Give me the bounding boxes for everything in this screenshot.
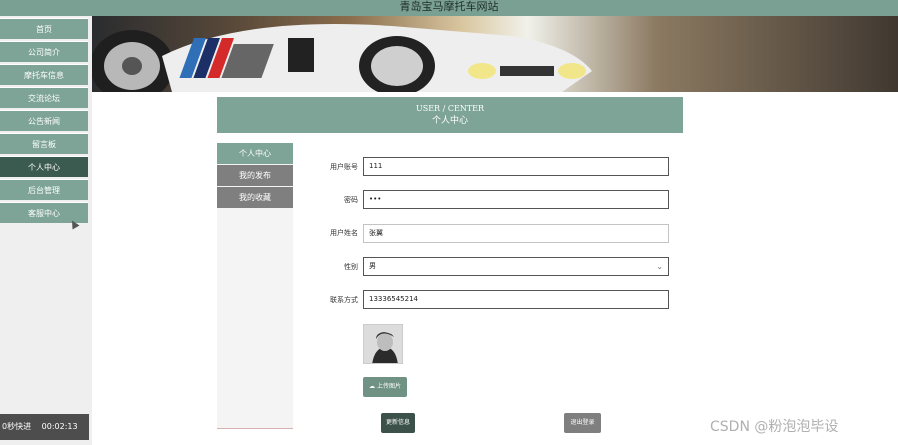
account-input[interactable]: 111 [363, 157, 669, 176]
section-title-en: USER / CENTER [415, 104, 485, 113]
avatar [363, 324, 403, 364]
nav-item-admin[interactable]: 后台管理 [0, 179, 88, 200]
avatar-portrait [364, 325, 402, 363]
logout-button[interactable]: 退出登录 [564, 413, 601, 433]
phone-label: 联系方式 [330, 296, 358, 304]
nav-item-message-board[interactable]: 留言板 [0, 133, 88, 154]
nav-item-home[interactable]: 首页 [0, 18, 88, 39]
sidebar: 首页 公司简介 摩托车信息 交流论坛 公告新闻 留言板 个人中心 后台管理 客服… [0, 16, 92, 445]
password-label: 密码 [344, 196, 358, 204]
nav-item-personal-center[interactable]: 个人中心 [0, 156, 88, 177]
watermark: CSDN @粉泡泡毕设 [710, 419, 839, 435]
race-car-illustration [92, 24, 592, 92]
nav-item-news[interactable]: 公告新闻 [0, 110, 88, 131]
upload-image-button[interactable]: ☁ 上传图片 [363, 377, 407, 397]
cloud-upload-icon: ☁ [369, 383, 376, 390]
section-title-cn: 个人中心 [431, 116, 468, 126]
nav-item-motorcycle-info[interactable]: 摩托车信息 [0, 64, 88, 85]
banner-image [92, 16, 898, 92]
upload-button-label: 上传图片 [376, 383, 401, 390]
name-label: 用户姓名 [330, 229, 358, 237]
password-input[interactable]: ••• [363, 190, 669, 209]
tab-personal-center[interactable]: 个人中心 [217, 143, 293, 164]
gender-select[interactable]: 男 ⌄ [363, 257, 669, 276]
user-tab-panel: 个人中心 我的发布 我的收藏 [217, 143, 293, 429]
phone-input[interactable]: 13336545214 [363, 290, 669, 309]
player-bar: 0秒快进 00:02:13 [0, 414, 89, 440]
tab-my-posts[interactable]: 我的发布 [217, 165, 293, 186]
player-speed-label: 0秒快进 [2, 422, 32, 431]
update-info-button[interactable]: 更新信息 [381, 413, 415, 433]
chevron-down-icon: ⌄ [656, 262, 663, 271]
nav-item-company-intro[interactable]: 公司简介 [0, 41, 88, 62]
nav-item-forum[interactable]: 交流论坛 [0, 87, 88, 108]
gender-select-value: 男 [369, 262, 376, 270]
name-input[interactable]: 张翼 [363, 224, 669, 243]
section-header: USER / CENTER 个人中心 [217, 97, 683, 133]
gender-label: 性别 [344, 263, 358, 271]
account-label: 用户账号 [330, 163, 358, 171]
tab-my-favorites[interactable]: 我的收藏 [217, 187, 293, 208]
site-title: 青岛宝马摩托车网站 [0, 0, 898, 16]
player-time: 00:02:13 [41, 422, 78, 431]
